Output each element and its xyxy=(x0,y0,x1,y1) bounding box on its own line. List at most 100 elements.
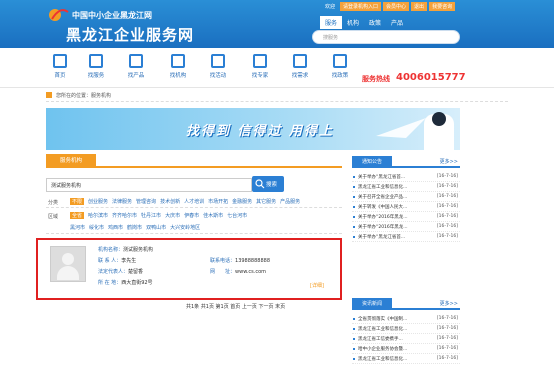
bullet-icon xyxy=(353,318,355,320)
agency-search-button[interactable]: 搜索 xyxy=(252,176,284,192)
category-label: 分类 xyxy=(48,200,59,206)
news-title: 资讯新闻 xyxy=(352,298,392,310)
agency-name-label: 机构名称： xyxy=(98,247,124,253)
region-option[interactable]: 伊春市 xyxy=(184,212,199,219)
list-item[interactable]: 关于转发《中国人民大... [16-7-16] xyxy=(352,202,460,212)
bullet-icon xyxy=(353,348,355,350)
website-row: 网 址：www.cs.com xyxy=(210,268,266,275)
news-more-link[interactable]: 更多>> xyxy=(440,300,458,307)
nav-label: 找专家 xyxy=(251,73,269,79)
news-date: [16-7-16] xyxy=(436,326,458,331)
category-option[interactable]: 其它服务 xyxy=(256,198,276,205)
list-item[interactable]: 关于举办“黑龙江省首... [16-7-16] xyxy=(352,172,460,182)
region-option[interactable]: 双鸭山市 xyxy=(146,224,166,231)
notice-more-link[interactable]: 更多>> xyxy=(440,158,458,165)
region-option[interactable]: 牡丹江市 xyxy=(141,212,161,219)
nav-find-policy[interactable]: 找政策 xyxy=(324,54,356,79)
region-options-2: 黑河市 绥化市 鸡西市 鹤岗市 双鸭山市 大兴安岭地区 xyxy=(70,224,200,231)
category-option[interactable]: 金融服务 xyxy=(232,198,252,205)
banner-person-head xyxy=(432,112,446,126)
search-icon xyxy=(255,179,265,189)
hotline-label: 服务热线 xyxy=(362,75,390,83)
agency-name[interactable]: 测试服务机构 xyxy=(123,247,153,253)
category-option[interactable]: 管理咨询 xyxy=(136,198,156,205)
calendar-icon xyxy=(211,54,225,68)
pagination[interactable]: 共1条 共1页 第1页 首页 上一页 下一页 末页 xyxy=(186,303,285,310)
tab-product[interactable]: 产品 xyxy=(386,16,408,29)
region-option[interactable]: 大兴安岭地区 xyxy=(170,224,200,231)
list-item[interactable]: 关于举办“黑龙江省首... [16-7-16] xyxy=(352,232,460,242)
tab-agency[interactable]: 机构 xyxy=(342,16,364,29)
nav-find-expert[interactable]: 找专家 xyxy=(244,54,276,79)
nav-home[interactable]: 首页 xyxy=(44,54,76,79)
region-option[interactable]: 黑河市 xyxy=(70,224,85,231)
category-option[interactable]: 市场开拓 xyxy=(208,198,228,205)
nav-label: 首页 xyxy=(54,73,66,79)
list-item[interactable]: 黑龙江省工业和信息化... [16-7-16] xyxy=(352,182,460,192)
region-option[interactable]: 佳木斯市 xyxy=(203,212,223,219)
notice-title-text: 关于召开全省企业产品... xyxy=(358,195,408,200)
category-option[interactable]: 创业服务 xyxy=(88,198,108,205)
bullet-icon xyxy=(353,176,355,178)
tab-policy[interactable]: 政策 xyxy=(364,16,386,29)
category-option[interactable]: 法律服务 xyxy=(112,198,132,205)
news-title-text: 全省贯彻落实《中国制... xyxy=(358,317,408,322)
logout-link[interactable]: 退出 xyxy=(411,2,428,11)
region-option[interactable]: 鹤岗市 xyxy=(127,224,142,231)
search-input[interactable]: 搜服务 xyxy=(312,30,478,77)
tab-service[interactable]: 服务 xyxy=(320,16,343,29)
building-icon xyxy=(171,54,185,68)
notice-panel: 通知公告 更多>> 关于举办“黑龙江省首... [16-7-16] 黑龙江省工业和… xyxy=(352,156,460,276)
category-option[interactable]: 不限 xyxy=(70,198,85,205)
news-panel: 资讯新闻 更多>> 全省贯彻落实《中国制... [16-7-16] 黑龙江省工业和… xyxy=(352,298,460,374)
nav-find-event[interactable]: 找活动 xyxy=(202,54,234,79)
list-item[interactable]: 黑龙江省工信委携手... [16-7-16] xyxy=(352,334,460,344)
list-item[interactable]: 哈中小企业服务协会暨... [16-7-16] xyxy=(352,344,460,354)
category-option[interactable]: 产品服务 xyxy=(280,198,300,205)
list-item[interactable]: 关于举办“2016年黑龙... [16-7-16] xyxy=(352,222,460,232)
region-filter-row-2: 黑河市 绥化市 鸡西市 鹤岗市 双鸭山市 大兴安岭地区 xyxy=(46,222,342,234)
category-option[interactable]: 人才培训 xyxy=(184,198,204,205)
detail-link[interactable]: [详细] xyxy=(310,282,324,289)
nav-find-demand[interactable]: 找需求 xyxy=(284,54,316,79)
site-title[interactable]: 黑龙江企业服务网 xyxy=(66,24,194,45)
contact-row: 联 系 人：李先生 xyxy=(98,257,136,264)
bullet-icon xyxy=(353,226,355,228)
region-option[interactable]: 鸡西市 xyxy=(108,224,123,231)
region-option[interactable]: 大庆市 xyxy=(165,212,180,219)
tab-service-agency[interactable]: 服务机构 xyxy=(46,154,96,168)
region-option[interactable]: 齐齐哈尔市 xyxy=(112,212,137,219)
address-row: 所 在 地：西大直街92号 xyxy=(98,279,153,286)
region-option[interactable]: 全省 xyxy=(70,212,85,219)
list-item[interactable]: 黑龙江省工业和信息化... [16-7-16] xyxy=(352,354,460,364)
product-icon xyxy=(129,54,143,68)
member-center-link[interactable]: 会员中心 xyxy=(383,2,410,11)
category-filter-row: 分类 不限 创业服务 法律服务 管理咨询 技术创新 人才培训 市场开拓 金融服务… xyxy=(46,196,342,208)
list-item[interactable]: 关于举办“2016年黑龙... [16-7-16] xyxy=(352,212,460,222)
region-option[interactable]: 七台河市 xyxy=(227,212,247,219)
list-item[interactable]: 全省贯彻落实《中国制... [16-7-16] xyxy=(352,314,460,324)
notice-date: [16-7-16] xyxy=(436,224,458,229)
agency-search-input[interactable]: 测试服务机构 xyxy=(46,178,252,192)
region-option[interactable]: 哈尔滨市 xyxy=(88,212,108,219)
nav-find-product[interactable]: 找产品 xyxy=(120,54,152,79)
region-option[interactable]: 绥化市 xyxy=(89,224,104,231)
list-item[interactable]: 关于召开全省企业产品... [16-7-16] xyxy=(352,192,460,202)
notice-title-text: 关于举办“2016年黑龙... xyxy=(358,225,408,230)
category-option[interactable]: 技术创新 xyxy=(160,198,180,205)
welcome-link: 欢迎 xyxy=(325,4,336,10)
login-link[interactable]: 请登录机构入口 xyxy=(340,2,382,11)
search-icon xyxy=(89,54,103,68)
website-value[interactable]: www.cs.com xyxy=(235,269,266,275)
list-item[interactable]: 黑龙江省工业和信息化... [16-7-16] xyxy=(352,324,460,334)
notice-date: [16-7-16] xyxy=(436,204,458,209)
nav-find-agency[interactable]: 找机构 xyxy=(162,54,194,79)
nav-find-service[interactable]: 找服务 xyxy=(80,54,112,79)
search-type-tabs: 服务 机构 政策 产品 xyxy=(320,16,408,29)
nav-label: 找产品 xyxy=(127,73,145,79)
consult-link[interactable]: 我要咨询 xyxy=(429,2,456,11)
agency-result-card[interactable]: 机构名称：测试服务机构 联 系 人：李先生 联系电话：13988888888 法… xyxy=(36,238,342,300)
notice-date: [16-7-16] xyxy=(436,174,458,179)
avatar-head xyxy=(62,253,74,265)
legal-rep-value: 楚留香 xyxy=(128,269,144,275)
